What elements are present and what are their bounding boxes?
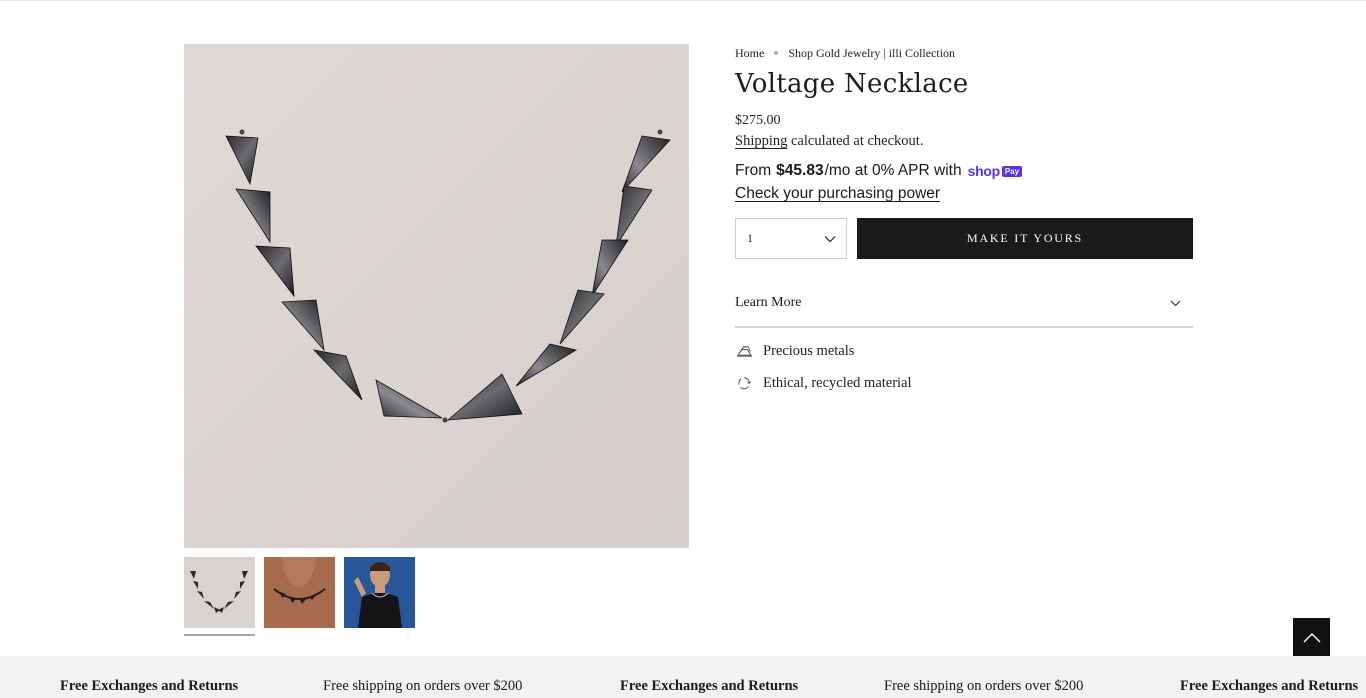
necklace-image (184, 44, 689, 548)
purchase-row: 1 MAKE IT YOURS (735, 218, 1193, 259)
recycle-icon (735, 374, 753, 392)
chevron-up-icon (1303, 632, 1320, 642)
thumbnail-gallery (184, 557, 415, 628)
learn-more-accordion[interactable]: Learn More (735, 293, 1193, 313)
marquee-item: Free shipping on orders over $200 (323, 678, 523, 694)
feature-label: Precious metals (763, 342, 855, 359)
top-border (0, 0, 1366, 1)
feature-label: Ethical, recycled material (763, 374, 912, 391)
breadcrumb: Home Shop Gold Jewelry | illi Collection (735, 44, 1193, 62)
shipping-note-text: calculated at checkout. (787, 133, 924, 149)
accordion-divider (735, 326, 1193, 328)
thumbnail-neck[interactable] (264, 557, 335, 628)
product-info: Home Shop Gold Jewelry | illi Collection… (735, 44, 1193, 392)
shop-pay-logo: shop Pay (967, 163, 1023, 179)
feature-precious-metals: Precious metals (735, 342, 1193, 360)
shop-pay-wordmark: shop (967, 163, 1001, 179)
check-purchasing-power-link[interactable]: Check your purchasing power (735, 185, 940, 203)
product-title: Voltage Necklace (735, 69, 969, 99)
installments-suffix: /mo at 0% APR with (824, 162, 962, 179)
marquee-item: Free shipping on orders over $200 (884, 678, 1084, 694)
chevron-down-icon (1170, 300, 1181, 306)
announcement-marquee: Free Exchanges and Returns Free shipping… (0, 656, 1366, 698)
marquee-item: Free Exchanges and Returns (60, 678, 239, 694)
installments-prefix: From (735, 162, 772, 179)
chevron-down-icon (824, 235, 836, 242)
product-price: $275.00 (735, 113, 781, 128)
breadcrumb-separator (774, 51, 779, 55)
shop-pay-installments: From $45.83 /mo at 0% APR with shop Pay (735, 160, 1193, 182)
precious-metals-icon (735, 342, 753, 360)
shop-pay-badge: Pay (1001, 165, 1023, 177)
selected-thumbnail-indicator (184, 634, 255, 636)
thumbnail-necklace[interactable] (184, 557, 255, 628)
marquee-item: Free Exchanges and Returns (1180, 678, 1359, 694)
quantity-select[interactable]: 1 (735, 218, 847, 259)
marquee-item: Free Exchanges and Returns (620, 678, 799, 694)
shipping-note: Shipping calculated at checkout. (735, 133, 1193, 150)
thumbnail-necklace-image (184, 557, 255, 628)
breadcrumb-home[interactable]: Home (735, 46, 764, 61)
breadcrumb-collection[interactable]: Shop Gold Jewelry | illi Collection (788, 46, 955, 61)
shipping-link[interactable]: Shipping (735, 133, 787, 149)
add-to-cart-button[interactable]: MAKE IT YOURS (857, 218, 1193, 259)
feature-recycled-material: Ethical, recycled material (735, 374, 1193, 392)
quantity-value: 1 (747, 231, 753, 245)
thumbnail-model[interactable] (344, 557, 415, 628)
thumbnail-model-image (344, 557, 415, 628)
thumbnail-neck-image (264, 557, 335, 628)
product-main-image[interactable] (184, 44, 689, 548)
scroll-to-top-button[interactable] (1293, 618, 1330, 656)
learn-more-label: Learn More (735, 295, 802, 310)
installments-amount: $45.83 (776, 162, 824, 179)
